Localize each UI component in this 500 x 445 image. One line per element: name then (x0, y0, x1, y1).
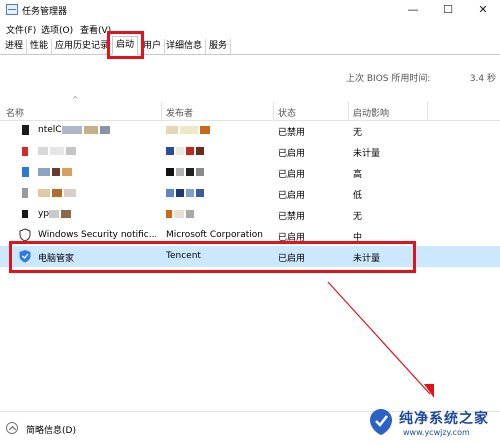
minimize-button[interactable]: — (404, 2, 422, 18)
watermark-logo (370, 409, 392, 435)
tab-app-history[interactable]: 应用历史记录 (52, 39, 114, 54)
bios-time-value: 3.4 秒 (469, 74, 496, 84)
row-impact: 高 (353, 170, 363, 180)
row-name (38, 167, 156, 177)
tab-details[interactable]: 详细信息 (163, 39, 207, 54)
watermark: 纯净系统之家 www.ycwjzy.com (365, 406, 500, 440)
column-status[interactable]: 状态 (278, 106, 296, 119)
row-publisher (166, 167, 274, 177)
menu-options[interactable]: 选项(O) (41, 23, 73, 36)
menu-file[interactable]: 文件(F) (6, 23, 36, 36)
tab-services[interactable]: 服务 (206, 39, 232, 54)
column-divider[interactable] (348, 102, 349, 120)
column-header: 名称 发布者 状态 启动影响 (0, 102, 500, 121)
row-impact: 无 (353, 128, 363, 138)
table-row[interactable]: 已启用 未计量 (0, 141, 500, 162)
row-status: 已禁用 (278, 128, 306, 138)
row-publisher (166, 146, 274, 156)
close-button[interactable]: ✕ (474, 2, 492, 18)
column-divider[interactable] (161, 102, 162, 120)
column-divider[interactable] (273, 102, 274, 120)
column-publisher[interactable]: 发布者 (166, 106, 193, 119)
row-publisher (166, 188, 274, 198)
title-bar: 任务管理器 — ☐ ✕ (0, 0, 500, 20)
tab-performance[interactable]: 性能 (27, 39, 53, 54)
row-status: 已禁用 (278, 212, 306, 222)
row-status: 已启用 (278, 149, 306, 159)
row-status: 已启用 (278, 191, 306, 201)
row-name (38, 146, 156, 156)
row-name: yp (38, 209, 156, 219)
watermark-name: 纯净系统之家 (399, 411, 489, 427)
app-icon (18, 186, 32, 200)
app-icon (18, 144, 32, 158)
row-status: 已启用 (278, 170, 306, 180)
less-details-button[interactable]: 简略信息(D) (26, 423, 76, 436)
row-name: ntelC (38, 125, 156, 135)
row-name (38, 188, 156, 198)
app-icon (18, 123, 32, 137)
row-publisher (166, 125, 274, 135)
window-title: 任务管理器 (22, 7, 68, 17)
watermark-url: www.ycwjzy.com (403, 428, 470, 437)
selected-row-highlight (9, 241, 416, 273)
table-row[interactable]: 已启用 低 (0, 183, 500, 204)
column-name[interactable]: 名称 (6, 106, 24, 119)
tab-processes[interactable]: 进程 (2, 39, 28, 54)
table-row[interactable]: ntelC 已禁用 无 (0, 120, 500, 141)
row-impact: 未计量 (353, 149, 381, 159)
row-publisher: Microsoft Corporation (166, 230, 263, 240)
bios-time-label: 上次 BIOS 所用时间: (346, 74, 431, 84)
task-manager-icon (6, 4, 18, 15)
app-icon (18, 207, 32, 221)
table-row[interactable]: yp 已禁用 无 (0, 204, 500, 225)
chevron-up-icon[interactable] (6, 422, 18, 434)
table-row[interactable]: 已启用 高 (0, 162, 500, 183)
tab-bar: 进程 性能 应用历史记录 启动 用户 详细信息 服务 (0, 36, 500, 55)
row-impact: 无 (353, 212, 363, 222)
annotation-arrow (327, 281, 434, 398)
menu-bar: 文件(F) 选项(O) 查看(V) (0, 20, 500, 36)
row-impact: 低 (353, 191, 363, 201)
row-name: Windows Security notific... (38, 230, 156, 240)
app-icon (18, 165, 32, 179)
maximize-button[interactable]: ☐ (439, 2, 457, 18)
shield-icon (18, 228, 32, 242)
column-divider[interactable] (427, 102, 428, 120)
column-impact[interactable]: 启动影响 (353, 106, 389, 119)
startup-tab-highlight (107, 31, 144, 59)
row-publisher (166, 209, 274, 219)
